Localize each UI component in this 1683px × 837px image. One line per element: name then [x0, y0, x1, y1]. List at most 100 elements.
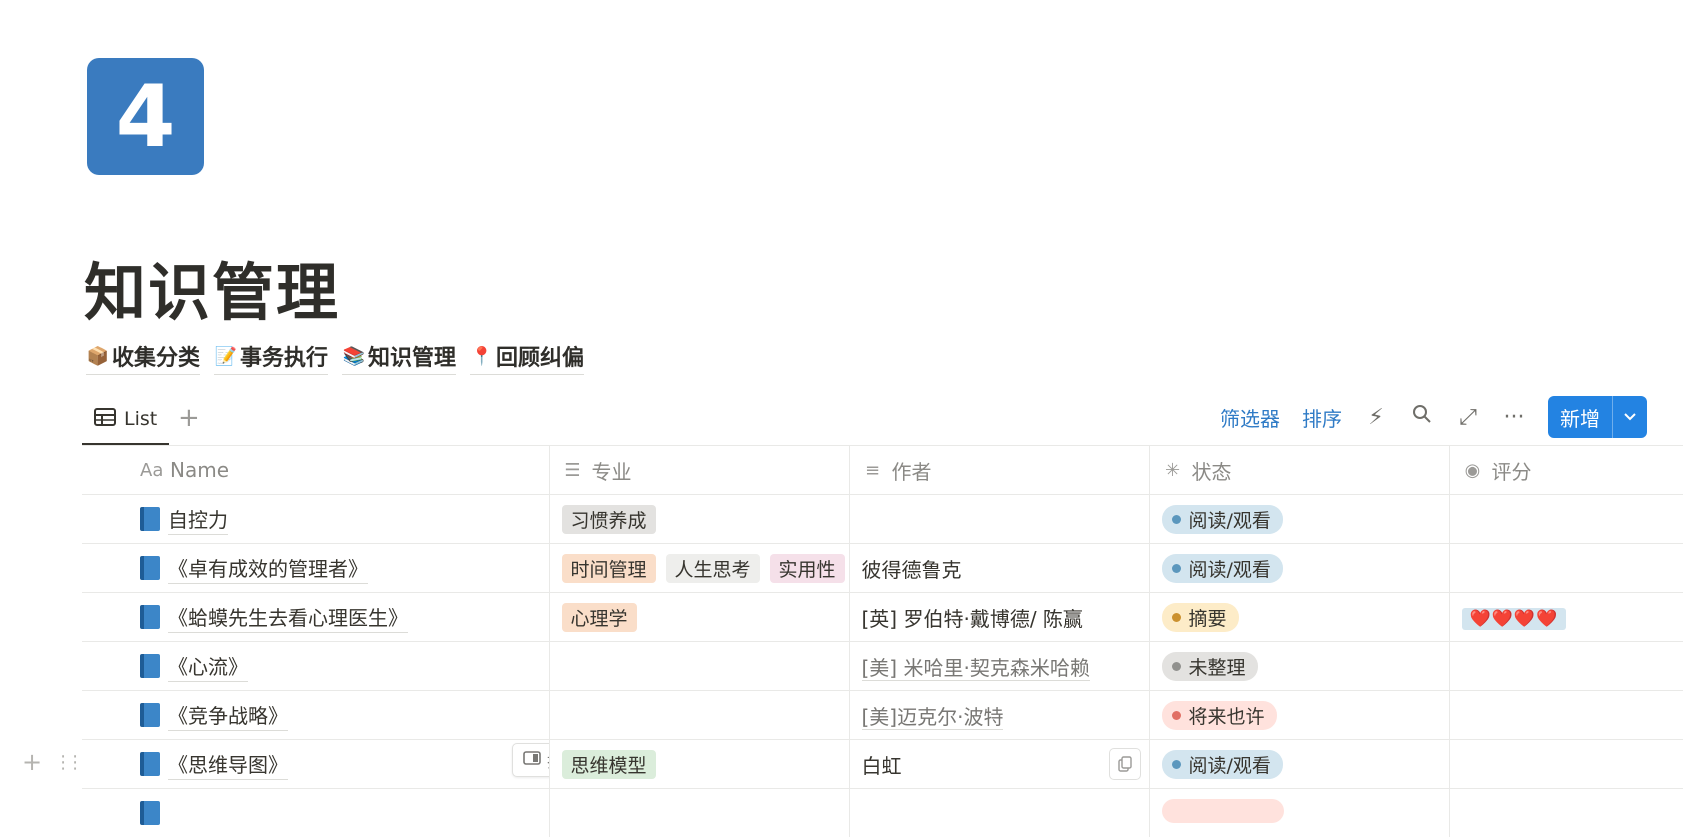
quick-link-review[interactable]: 📍 回顾纠偏 [470, 340, 584, 375]
cell-name[interactable]: 《卓有成效的管理者》 [82, 544, 549, 593]
row-title[interactable]: 自控力 [168, 504, 228, 535]
cell-major[interactable]: 时间管理人生思考实用性 [549, 544, 849, 593]
page-title: 知识管理 [84, 242, 340, 332]
quick-link-collect[interactable]: 📦 收集分类 [86, 340, 200, 375]
cell-name[interactable]: 《蛤蟆先生去看心理医生》 [82, 593, 549, 642]
quick-link-label: 回顾纠偏 [496, 340, 584, 372]
cell-rating[interactable] [1449, 691, 1683, 740]
table-row[interactable]: 自控力 习惯养成 阅读/观看 [82, 495, 1683, 544]
expand-icon[interactable]: ⤢ [1456, 405, 1480, 430]
search-icon[interactable] [1410, 404, 1434, 430]
cell-rating[interactable] [1449, 544, 1683, 593]
row-title[interactable]: 《卓有成效的管理者》 [168, 553, 368, 584]
cell-major[interactable] [549, 789, 849, 837]
cell-rating[interactable]: ❤️❤️❤️❤️ [1449, 593, 1683, 642]
chevron-down-icon[interactable] [1612, 396, 1647, 438]
cell-status[interactable]: 阅读/观看 [1149, 740, 1449, 789]
open-label: 打开 [547, 748, 549, 772]
add-row-icon[interactable]: + [22, 748, 42, 776]
book-icon [140, 507, 160, 531]
author-link[interactable]: [美]迈克尔·波特 [862, 705, 1004, 730]
column-header-status[interactable]: ✳状态 [1149, 446, 1449, 495]
cell-status[interactable] [1149, 789, 1449, 837]
filter-button[interactable]: 筛选器 [1220, 403, 1280, 432]
new-button[interactable]: 新增 [1548, 396, 1647, 438]
package-icon: 📦 [86, 346, 110, 367]
cell-major[interactable]: 习惯养成 [549, 495, 849, 544]
column-label: 作者 [892, 456, 932, 485]
open-button[interactable]: 打开 [512, 743, 549, 777]
tab-list[interactable]: List [82, 395, 169, 445]
cell-name[interactable] [82, 789, 549, 837]
book-icon [140, 752, 160, 776]
more-icon[interactable]: ··· [1502, 405, 1526, 430]
cell-name[interactable]: 《思维导图》 打开 [82, 740, 549, 789]
cell-rating[interactable] [1449, 642, 1683, 691]
table-row[interactable]: 《心流》 [美] 米哈里·契克森米哈赖 未整理 [82, 642, 1683, 691]
table-row[interactable]: 《思维导图》 打开 思维模型 白虹 阅读/观看 [82, 740, 1683, 789]
column-header-author[interactable]: ≡作者 [849, 446, 1149, 495]
book-icon [140, 801, 160, 825]
status-badge: 摘要 [1162, 603, 1239, 632]
status-badge: 阅读/观看 [1162, 554, 1283, 583]
table-row[interactable]: 《卓有成效的管理者》 时间管理人生思考实用性 彼得德鲁克 阅读/观看 [82, 544, 1683, 593]
cell-rating[interactable] [1449, 495, 1683, 544]
row-handles: + ⋮⋮ [22, 748, 78, 776]
column-header-name[interactable]: AaName [82, 446, 549, 495]
quick-link-label: 收集分类 [112, 340, 200, 372]
row-title[interactable]: 《蛤蟆先生去看心理医生》 [168, 602, 408, 633]
table-header-row: AaName ☰专业 ≡作者 ✳状态 ◉评分 [82, 446, 1683, 495]
lightning-icon[interactable]: ⚡ [1364, 405, 1388, 430]
database-table: AaName ☰专业 ≡作者 ✳状态 ◉评分 自控力 习惯养成 阅读/观看 《卓… [82, 445, 1683, 837]
column-header-major[interactable]: ☰专业 [549, 446, 849, 495]
cell-major[interactable]: 心理学 [549, 593, 849, 642]
cell-author[interactable]: 彼得德鲁克 [849, 544, 1149, 593]
new-button-label[interactable]: 新增 [1548, 396, 1612, 438]
column-label: 专业 [592, 456, 632, 485]
copy-icon[interactable] [1109, 748, 1141, 780]
cell-status[interactable]: 阅读/观看 [1149, 544, 1449, 593]
book-icon [140, 556, 160, 580]
cell-major[interactable]: 思维模型 [549, 740, 849, 789]
cell-rating[interactable] [1449, 789, 1683, 837]
table-row[interactable] [82, 789, 1683, 837]
cell-author[interactable]: 白虹 [849, 740, 1149, 789]
quick-link-tasks[interactable]: 📝 事务执行 [214, 340, 328, 375]
open-side-peek-icon [523, 750, 541, 769]
cell-author[interactable] [849, 789, 1149, 837]
row-title[interactable]: 《心流》 [168, 651, 248, 682]
cell-name[interactable]: 《心流》 [82, 642, 549, 691]
quick-link-label: 知识管理 [368, 340, 456, 372]
drag-handle-icon[interactable]: ⋮⋮ [54, 752, 78, 773]
page-icon[interactable]: 4 [87, 58, 204, 175]
column-header-rating[interactable]: ◉评分 [1449, 446, 1683, 495]
cell-status[interactable]: 未整理 [1149, 642, 1449, 691]
cell-name[interactable]: 自控力 [82, 495, 549, 544]
sort-button[interactable]: 排序 [1302, 403, 1342, 432]
cell-author[interactable]: [美] 米哈里·契克森米哈赖 [849, 642, 1149, 691]
status-badge: 阅读/观看 [1162, 750, 1283, 779]
cell-rating[interactable] [1449, 740, 1683, 789]
cell-status[interactable]: 将来也许 [1149, 691, 1449, 740]
cell-name[interactable]: 《竞争战略》 [82, 691, 549, 740]
status-label: 摘要 [1189, 604, 1227, 631]
cell-major[interactable] [549, 691, 849, 740]
status-badge: 将来也许 [1162, 701, 1277, 730]
table-row[interactable]: 《竞争战略》 [美]迈克尔·波特 将来也许 [82, 691, 1683, 740]
tag: 习惯养成 [562, 505, 656, 534]
table-row[interactable]: 《蛤蟆先生去看心理医生》 心理学 [英] 罗伯特·戴博德/ 陈赢 摘要 ❤️❤️… [82, 593, 1683, 642]
cell-author[interactable] [849, 495, 1149, 544]
row-title[interactable]: 《思维导图》 [168, 749, 288, 780]
cell-status[interactable]: 阅读/观看 [1149, 495, 1449, 544]
cell-author[interactable]: [美]迈克尔·波特 [849, 691, 1149, 740]
quick-link-knowledge[interactable]: 📚 知识管理 [342, 340, 456, 375]
add-view-icon[interactable]: + [178, 403, 200, 433]
author-text: 白虹 [862, 754, 902, 778]
tag: 人生思考 [666, 554, 760, 583]
row-title[interactable]: 《竞争战略》 [168, 700, 288, 731]
cell-status[interactable]: 摘要 [1149, 593, 1449, 642]
cell-major[interactable] [549, 642, 849, 691]
cell-author[interactable]: [英] 罗伯特·戴博德/ 陈赢 [849, 593, 1149, 642]
author-link[interactable]: [美] 米哈里·契克森米哈赖 [862, 656, 1090, 681]
column-label: 评分 [1492, 456, 1532, 485]
